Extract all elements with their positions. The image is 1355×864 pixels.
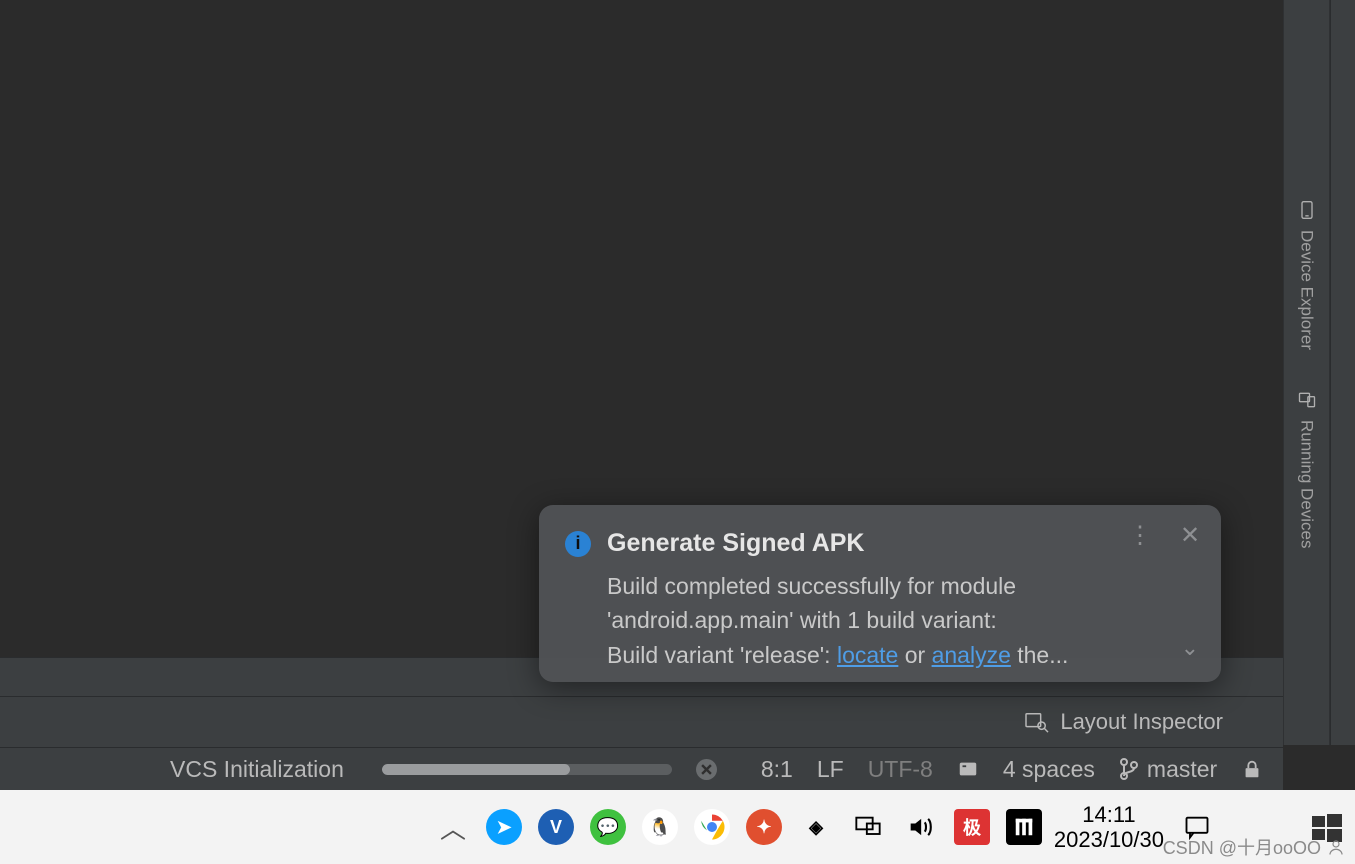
bottom-tool-bar: Layout Inspector [0, 696, 1283, 748]
status-task-label: VCS Initialization [170, 756, 344, 783]
tray-app-1[interactable]: ➤ [486, 809, 522, 845]
notification-expand-button[interactable]: ⌄ [1181, 631, 1199, 664]
tab-device-explorer-label: Device Explorer [1297, 230, 1317, 350]
taskbar-date: 2023/10/30 [1054, 827, 1164, 852]
lock-icon[interactable] [1241, 758, 1263, 780]
notification-line1b: 'android.app.main' with 1 build variant: [607, 603, 1195, 638]
analyze-link[interactable]: analyze [932, 642, 1011, 668]
notifications-icon[interactable] [957, 758, 979, 780]
tray-app-chrome[interactable] [694, 809, 730, 845]
notification-line1a: Build completed successfully for module [607, 569, 1195, 604]
status-branch-name: master [1147, 756, 1217, 783]
close-icon [701, 764, 712, 775]
phone-icon [1297, 200, 1317, 220]
notification-toast: i Generate Signed APK ⋮ ✕ Build complete… [539, 505, 1221, 682]
tray-app-2[interactable]: V [538, 809, 574, 845]
tray-app-qq[interactable]: 🐧 [642, 809, 678, 845]
windows-taskbar: ︿ ➤ V 💬 🐧 ✦ ◈ 极 14:11 2023 [0, 790, 1310, 864]
devices-icon [1297, 390, 1317, 410]
status-git-branch[interactable]: master [1119, 756, 1217, 783]
cancel-task-button[interactable] [696, 759, 717, 780]
notification-more-button[interactable]: ⋮ [1127, 523, 1153, 549]
taskbar-time: 14:11 [1054, 802, 1164, 827]
locate-link[interactable]: locate [837, 642, 898, 668]
taskbar-clock[interactable]: 14:11 2023/10/30 [1054, 802, 1164, 853]
status-line-ending[interactable]: LF [817, 756, 844, 783]
tray-app-9[interactable]: 极 [954, 809, 990, 845]
notification-title: Generate Signed APK [607, 525, 864, 563]
tray-overflow-button[interactable]: ︿ [440, 809, 466, 846]
tray-app-5[interactable]: ✦ [746, 809, 782, 845]
info-icon: i [565, 531, 591, 557]
tab-layout-inspector[interactable]: Layout Inspector [1024, 709, 1223, 735]
watermark-text: CSDN @十月ooOO [1163, 834, 1321, 860]
tray-app-display[interactable] [850, 809, 886, 845]
notification-line2-prefix: Build variant 'release': [607, 642, 837, 668]
status-bar: VCS Initialization 8:1 LF UTF-8 4 spaces… [0, 748, 1283, 790]
notification-body: Build completed successfully for module … [565, 569, 1195, 673]
status-progress[interactable] [382, 764, 672, 775]
tab-device-explorer[interactable]: Device Explorer [1297, 200, 1317, 350]
tray-app-volume[interactable] [902, 809, 938, 845]
tab-layout-inspector-label: Layout Inspector [1060, 709, 1223, 735]
tray-app-6[interactable]: ◈ [798, 809, 834, 845]
tab-running-devices-label: Running Devices [1297, 420, 1317, 549]
status-indent[interactable]: 4 spaces [1003, 756, 1095, 783]
ide-right-gutter [1330, 0, 1355, 745]
tray-app-10[interactable] [1006, 809, 1042, 845]
notification-line2: Build variant 'release': locate or analy… [607, 638, 1195, 673]
person-icon [1327, 838, 1345, 856]
status-caret-pos[interactable]: 8:1 [761, 756, 793, 783]
watermark: CSDN @十月ooOO [1163, 834, 1345, 860]
right-tool-rail: Device Explorer Running Devices [1283, 0, 1330, 745]
tray-app-wechat[interactable]: 💬 [590, 809, 626, 845]
notification-trail: the... [1011, 642, 1069, 668]
tab-running-devices[interactable]: Running Devices [1297, 390, 1317, 549]
layout-inspector-icon [1024, 711, 1050, 733]
tray-apps: ➤ V 💬 🐧 ✦ ◈ 极 [486, 809, 1042, 845]
notification-or: or [898, 642, 931, 668]
notification-close-button[interactable]: ✕ [1177, 523, 1203, 549]
status-encoding[interactable]: UTF-8 [868, 756, 933, 783]
branch-icon [1119, 757, 1139, 781]
